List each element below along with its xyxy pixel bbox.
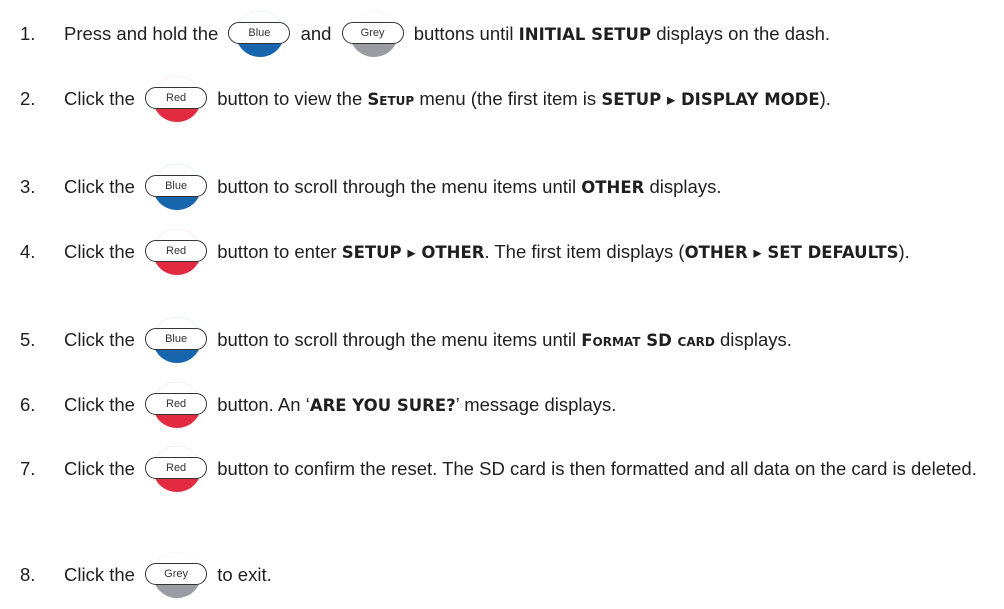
step-5: 5. Click the Blue button to scroll throug… — [20, 317, 996, 364]
step-text: displays on the dash. — [656, 23, 830, 44]
step-text: ). — [819, 88, 831, 109]
red-button-icon: Red — [145, 229, 208, 276]
step-text: . The first item displays ( — [484, 241, 685, 262]
step-text: Click the — [64, 88, 135, 109]
blue-button-icon: Blue — [145, 317, 208, 364]
step-number: 5. — [20, 329, 36, 350]
step-number: 4. — [20, 241, 36, 262]
step-text: button to view the — [217, 88, 363, 109]
step-text: button. An ‘ — [217, 394, 310, 415]
step-text: menu (the first item is — [419, 88, 597, 109]
menu-keyword: OTHER — [581, 178, 645, 197]
menu-keyword: INITIAL SETUP — [518, 25, 652, 44]
menu-keyword: OTHER ▸ SET DEFAULTS — [684, 243, 899, 262]
step-text: buttons until — [413, 23, 514, 44]
step-text: Click the — [64, 329, 135, 350]
menu-keyword: SETUP ▸ DISPLAY MODE — [601, 90, 820, 109]
step-number: 8. — [20, 564, 36, 585]
step-text: Press and hold the — [64, 23, 219, 44]
step-text: displays. — [649, 176, 722, 197]
step-text: ’ message displays. — [455, 394, 617, 415]
step-7: 7. Click the Red button to confirm the re… — [20, 446, 996, 493]
step-text: button to enter — [217, 241, 337, 262]
red-button-icon: Red — [145, 382, 208, 429]
step-text: Click the — [64, 176, 135, 197]
step-text: and — [300, 23, 332, 44]
menu-keyword: SETUP ▸ OTHER — [341, 243, 485, 262]
step-text: button to scroll through the menu items … — [217, 176, 577, 197]
blue-button-icon: Blue — [228, 11, 291, 58]
menu-keyword: ARE YOU SURE? — [309, 396, 456, 415]
menu-keyword: Setup — [367, 90, 415, 109]
step-8: 8. Click the Grey to exit. — [20, 552, 996, 599]
step-number: 1. — [20, 23, 36, 44]
step-4: 4. Click the Red button to enter SETUP ▸ … — [20, 229, 996, 276]
step-text: Click the — [64, 564, 135, 585]
red-button-icon: Red — [145, 446, 208, 493]
step-text: Click the — [64, 241, 135, 262]
grey-button-icon: Grey — [341, 11, 404, 58]
step-text: Click the — [64, 394, 135, 415]
step-number: 3. — [20, 176, 36, 197]
step-3: 3. Click the Blue button to scroll throug… — [20, 164, 996, 211]
step-text: button to scroll through the menu items … — [217, 329, 577, 350]
step-text: ). — [898, 241, 910, 262]
step-text: Click the — [64, 458, 135, 479]
step-number: 7. — [20, 458, 36, 479]
menu-keyword: Format SD card — [581, 331, 715, 350]
red-button-icon: Red — [145, 76, 208, 123]
step-number: 2. — [20, 88, 36, 109]
step-text: displays. — [719, 329, 792, 350]
step-2: 2. Click the Red button to view the Setup… — [20, 76, 996, 123]
step-1: 1. Press and hold the Blue and Grey butto… — [20, 11, 996, 58]
step-text: to exit. — [217, 564, 272, 585]
grey-button-icon: Grey — [145, 552, 208, 599]
step-6: 6. Click the Red button. An ‘ARE YOU SURE… — [20, 382, 996, 429]
step-text: button to confirm the reset. The SD card… — [217, 458, 977, 479]
step-number: 6. — [20, 394, 36, 415]
blue-button-icon: Blue — [145, 164, 208, 211]
